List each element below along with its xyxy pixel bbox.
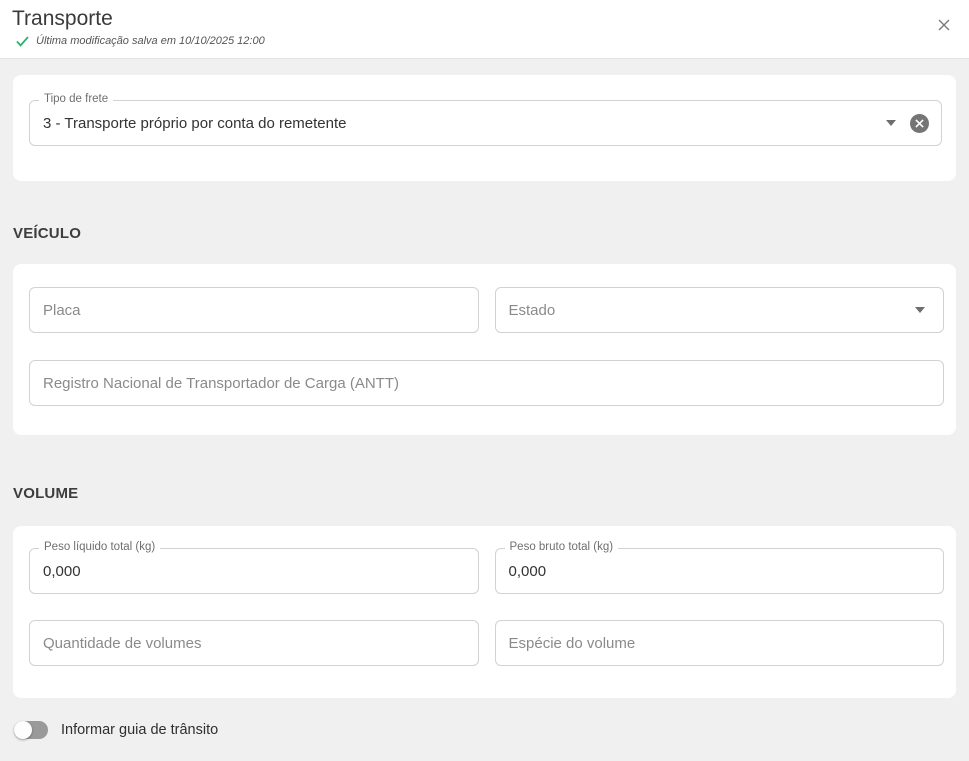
save-status: Última modificação salva em 10/10/2025 1… xyxy=(16,35,953,47)
especie-volume-input[interactable] xyxy=(495,620,945,666)
transit-guide-label: Informar guia de trânsito xyxy=(61,722,218,738)
close-icon xyxy=(938,19,950,31)
save-status-text: Última modificação salva em 10/10/2025 1… xyxy=(36,35,265,47)
page-title: Transporte xyxy=(12,6,953,32)
panel-header: Transporte Última modificação salva em 1… xyxy=(0,0,969,59)
freight-type-select[interactable]: 3 - Transporte próprio por conta do reme… xyxy=(29,100,942,146)
peso-liquido-field: Peso líquido total (kg) xyxy=(29,548,479,594)
peso-bruto-input[interactable] xyxy=(495,548,945,594)
close-button[interactable] xyxy=(933,14,955,36)
estado-placeholder: Estado xyxy=(509,302,910,319)
volume-card: Peso líquido total (kg) Peso bruto total… xyxy=(13,526,956,698)
clear-icon[interactable] xyxy=(910,114,929,133)
estado-select[interactable]: Estado xyxy=(495,287,945,333)
freight-type-label: Tipo de frete xyxy=(39,93,113,106)
section-title-volume: VOLUME xyxy=(13,485,969,502)
antt-input[interactable] xyxy=(29,360,944,406)
check-icon xyxy=(16,36,29,47)
transit-guide-row: Informar guia de trânsito xyxy=(14,721,969,739)
peso-liquido-input[interactable] xyxy=(29,548,479,594)
transit-guide-toggle[interactable] xyxy=(14,721,48,739)
freight-type-value: 3 - Transporte próprio por conta do reme… xyxy=(43,115,880,132)
peso-bruto-label: Peso bruto total (kg) xyxy=(505,541,619,554)
freight-type-field: Tipo de frete 3 - Transporte próprio por… xyxy=(29,100,942,146)
chevron-down-icon[interactable] xyxy=(886,120,896,126)
vehicle-card: Estado xyxy=(13,264,956,435)
freight-card: Tipo de frete 3 - Transporte próprio por… xyxy=(13,75,956,181)
quantidade-volumes-input[interactable] xyxy=(29,620,479,666)
peso-liquido-label: Peso líquido total (kg) xyxy=(39,541,160,554)
peso-bruto-field: Peso bruto total (kg) xyxy=(495,548,945,594)
section-title-veiculo: VEÍCULO xyxy=(13,225,969,242)
placa-input[interactable] xyxy=(29,287,479,333)
chevron-down-icon[interactable] xyxy=(915,307,925,313)
toggle-thumb xyxy=(14,721,32,739)
